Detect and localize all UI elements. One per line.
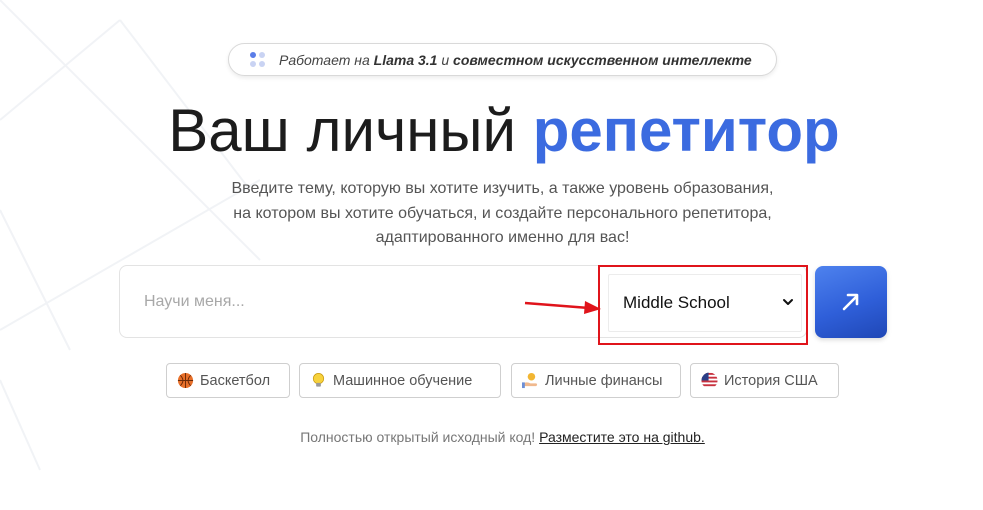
suggestion-us-history[interactable]: История США [690, 363, 839, 398]
suggestion-label: Баскетбол [200, 372, 271, 389]
money-hand-icon [522, 372, 538, 389]
powered-by-badge: Работает на Llama 3.1 и совместном искус… [228, 43, 777, 76]
page-title-accent: репетитор [532, 97, 840, 164]
chevron-down-icon [783, 299, 793, 305]
footer-text: Полностью открытый исходный код! [300, 429, 540, 445]
badge-partner: совместном искусственном интеллекте [453, 51, 752, 68]
basketball-icon [177, 372, 194, 389]
suggestion-basketball[interactable]: Баскетбол [166, 363, 290, 398]
github-link[interactable]: Разместите это на github. [539, 429, 705, 445]
footer-note: Полностью открытый исходный код! Размест… [0, 429, 983, 445]
arrow-up-right-icon [842, 293, 859, 311]
us-flag-icon [701, 372, 718, 389]
page-title: Ваш личный репетитор [0, 96, 983, 166]
suggestion-machine-learning[interactable]: Машинное обучение [299, 363, 501, 398]
education-level-select[interactable]: Middle School [608, 274, 802, 332]
topic-input[interactable] [120, 266, 605, 337]
suggestion-label: Машинное обучение [333, 372, 473, 389]
education-level-value: Middle School [623, 293, 730, 312]
submit-button[interactable] [815, 266, 887, 338]
page-subtitle: Введите тему, которую вы хотите изучить,… [231, 180, 774, 246]
badge-middle: и [437, 51, 454, 68]
badge-prefix: Работает на [279, 51, 374, 68]
badge-model: Llama 3.1 [373, 51, 438, 68]
lightbulb-icon [312, 373, 325, 387]
suggestion-label: История США [724, 372, 818, 389]
page-title-plain: Ваш личный [168, 97, 533, 164]
together-logo-icon [249, 51, 267, 69]
suggestion-personal-finance[interactable]: Личные финансы [511, 363, 681, 398]
suggestion-label: Личные финансы [545, 372, 663, 389]
